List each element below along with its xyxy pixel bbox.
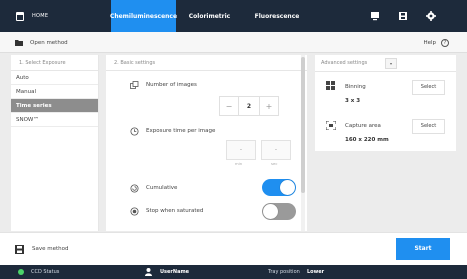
stop-when-saturated-label: Stop when saturated — [146, 208, 204, 214]
mode-time-series[interactable]: Time series — [11, 99, 98, 113]
saturation-icon — [130, 207, 139, 215]
action-bar: Save method Start — [0, 232, 467, 265]
start-button[interactable]: Start — [396, 238, 450, 260]
help-label: Help — [423, 39, 436, 46]
clock-icon — [130, 127, 139, 135]
binning-label: Binning — [345, 84, 366, 90]
basic-settings-header: 2. Basic settings — [106, 55, 307, 71]
exposure-time-row: Exposure time per image — [106, 125, 307, 137]
tab-label: Colorimetric — [188, 12, 231, 20]
folder-icon — [15, 39, 23, 46]
tray-position-value: Lower — [307, 269, 325, 275]
ccd-status-indicator — [18, 269, 24, 275]
user-name[interactable]: UserName — [160, 265, 189, 279]
exposure-time-label: Exposure time per image — [146, 128, 216, 134]
minutes-input[interactable]: - — [226, 140, 256, 160]
user-icon — [145, 268, 152, 276]
save-method-label: Save method — [32, 246, 69, 252]
tab-label: Chemiluminescence — [109, 12, 178, 20]
number-of-images-value[interactable]: 2 — [239, 96, 259, 116]
help-icon: ? — [441, 38, 449, 47]
tab-label: Fluorescence — [254, 12, 300, 20]
open-method-label: Open method — [30, 39, 68, 46]
ccd-status-label: CCD Status — [31, 269, 60, 275]
save-method-icon — [15, 244, 24, 254]
number-of-images-row: Number of images — [106, 79, 307, 91]
advanced-settings-header: Advanced settings — [321, 60, 368, 66]
help-button[interactable]: Help ? — [423, 32, 449, 53]
number-of-images-label: Number of images — [146, 82, 197, 88]
save-method-button[interactable]: Save method — [15, 233, 69, 265]
seconds-input[interactable]: - — [261, 140, 291, 160]
minutes-unit: min — [235, 161, 243, 166]
binning-select-button[interactable]: Select — [412, 80, 445, 95]
cumulative-icon — [130, 184, 139, 192]
advanced-settings-panel: Advanced settings ▾ Binning 3 x 3 Select… — [315, 55, 456, 151]
tab-fluorescence[interactable]: Fluorescence — [246, 0, 308, 32]
capture-area-select-button[interactable]: Select — [412, 119, 445, 134]
images-icon — [130, 80, 139, 89]
tab-chemiluminescence[interactable]: Chemiluminescence — [109, 0, 178, 32]
mode-snow[interactable]: SNOW™ — [11, 113, 98, 127]
save-icon[interactable] — [398, 11, 408, 21]
toggle-knob — [280, 180, 295, 195]
tab-colorimetric[interactable]: Colorimetric — [182, 0, 237, 32]
open-method-button[interactable]: Open method — [15, 32, 68, 53]
mode-auto[interactable]: Auto — [11, 71, 98, 85]
scrollbar-thumb[interactable] — [301, 57, 305, 193]
capture-area-value: 160 x 220 mm — [345, 137, 389, 143]
cumulative-toggle[interactable] — [262, 179, 296, 196]
home-button[interactable]: HOME — [16, 0, 48, 32]
top-navigation-bar: HOME Chemiluminescence Colorimetric Fluo… — [0, 0, 467, 32]
tray-position-label: Tray position — [268, 269, 300, 275]
toggle-knob — [263, 204, 278, 219]
binning-icon — [326, 81, 335, 90]
home-label: HOME — [32, 13, 49, 19]
monitor-icon[interactable] — [370, 11, 380, 21]
advanced-settings-dropdown[interactable]: ▾ — [385, 58, 397, 69]
settings-icon[interactable] — [426, 11, 436, 21]
capture-area-label: Capture area — [345, 123, 381, 129]
capture-area-icon — [326, 121, 336, 130]
cumulative-label: Cumulative — [146, 185, 178, 191]
home-icon — [16, 11, 24, 21]
number-of-images-stepper: − 2 + — [219, 96, 279, 116]
binning-value: 3 x 3 — [345, 98, 361, 104]
basic-settings-panel: 2. Basic settings Number of images − 2 +… — [106, 55, 307, 231]
seconds-unit: sec — [271, 161, 278, 166]
increment-button[interactable]: + — [259, 96, 279, 116]
stop-when-saturated-toggle[interactable] — [262, 203, 296, 220]
select-exposure-panel: 1. Select Exposure Auto Manual Time seri… — [11, 55, 99, 231]
method-toolbar: Open method Help ? — [0, 32, 467, 53]
select-exposure-header: 1. Select Exposure — [11, 55, 98, 71]
decrement-button[interactable]: − — [219, 96, 239, 116]
mode-manual[interactable]: Manual — [11, 85, 98, 99]
advanced-settings-header-row: Advanced settings ▾ — [315, 55, 456, 72]
status-bar: CCD Status UserName Tray position Lower — [0, 265, 467, 279]
basic-settings-scrollbar[interactable] — [301, 55, 305, 231]
